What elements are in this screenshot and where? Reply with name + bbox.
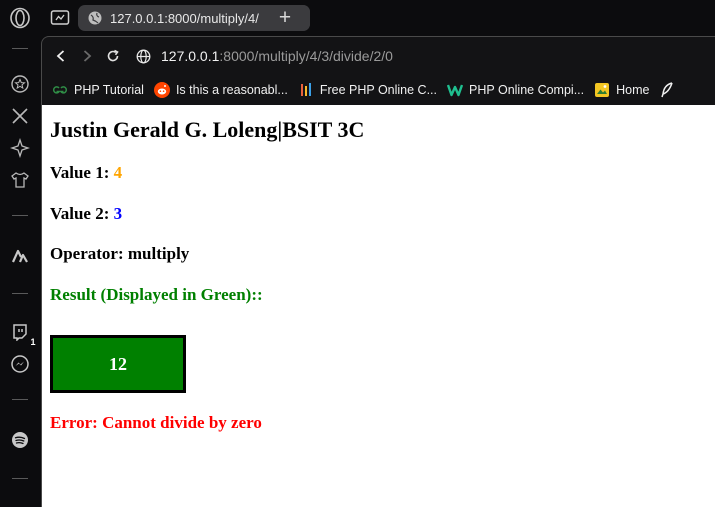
ai-aria-icon[interactable]	[8, 136, 32, 160]
result-box: 12	[50, 335, 186, 393]
page-title: Justin Gerald G. Loleng|BSIT 3C	[50, 117, 365, 142]
error-message: Error: Cannot divide by zero	[50, 413, 262, 432]
url-text[interactable]: 127.0.0.1:8000/multiply/4/3/divide/2/0	[161, 48, 393, 64]
bookmark-reddit[interactable]: Is this a reasonabl...	[153, 78, 288, 102]
result-label: Result (Displayed in Green)::	[50, 285, 263, 304]
page-content: Justin Gerald G. Loleng|BSIT 3C Value 1:…	[42, 105, 715, 507]
reload-button[interactable]	[102, 45, 124, 67]
sidebar-divider	[12, 293, 28, 294]
new-tab-button[interactable]: +	[274, 7, 296, 29]
tab-title: 127.0.0.1:8000/multiply/4/	[110, 10, 259, 26]
address-bar[interactable]: 127.0.0.1:8000/multiply/4/3/divide/2/0	[136, 42, 707, 70]
value1-label: Value 1:	[50, 163, 110, 182]
value1-row: Value 1: 4	[50, 163, 122, 183]
url-path: :8000/multiply/4/3/divide/2/0	[219, 48, 393, 64]
messenger-icon[interactable]	[8, 352, 32, 376]
back-arrow-icon	[56, 50, 65, 62]
notification-badge: 1	[28, 337, 38, 348]
star-icon[interactable]	[8, 72, 32, 96]
opera-logo-icon[interactable]	[8, 6, 32, 30]
bookmark-overflow[interactable]	[659, 78, 681, 102]
sidebar-divider	[12, 399, 28, 400]
value2-value: 3	[113, 204, 123, 223]
sidebar-divider	[12, 478, 28, 479]
forward-button[interactable]	[76, 45, 98, 67]
home-icon	[594, 82, 610, 98]
site-info-icon[interactable]	[136, 49, 151, 64]
address-toolbar: 127.0.0.1:8000/multiply/4/3/divide/2/0	[42, 37, 715, 75]
geeksforgeeks-icon	[52, 82, 68, 98]
value1-value: 4	[113, 163, 123, 182]
browser-sidebar: 1	[0, 0, 40, 507]
forward-arrow-icon	[83, 50, 92, 62]
bookmarks-bar: PHP Tutorial Is this a reasonabl... Free…	[42, 75, 715, 105]
sidebar-divider	[12, 48, 28, 49]
value2-row: Value 2: 3	[50, 204, 122, 224]
tab-island-icon[interactable]	[50, 9, 70, 27]
reddit-icon	[153, 82, 170, 98]
operator-label: Operator:	[50, 244, 124, 263]
feather-icon	[659, 82, 675, 98]
url-host: 127.0.0.1	[161, 48, 220, 64]
reload-icon	[107, 49, 119, 62]
bookmark-php-tutorial[interactable]: PHP Tutorial	[52, 78, 144, 102]
shirt-icon[interactable]	[8, 168, 32, 192]
compiler-icon	[298, 82, 314, 98]
browser-window: 127.0.0.1:8000/multiply/4/3/divide/2/0 P…	[41, 36, 715, 507]
bookmark-free-php-online[interactable]: Free PHP Online C...	[298, 78, 437, 102]
x-icon[interactable]	[8, 104, 32, 128]
arc-app-icon[interactable]	[8, 244, 32, 268]
w-icon	[447, 82, 464, 98]
bookmark-home[interactable]: Home	[594, 78, 649, 102]
sidebar-divider	[12, 215, 28, 216]
back-button[interactable]	[50, 45, 72, 67]
tab-strip: 127.0.0.1:8000/multiply/4/ +	[40, 0, 715, 36]
bookmark-php-online-compiler[interactable]: PHP Online Compi...	[447, 78, 584, 102]
globe-icon	[88, 11, 102, 25]
operator-value: multiply	[127, 244, 190, 263]
operator-row: Operator: multiply	[50, 244, 189, 264]
value2-label: Value 2:	[50, 204, 110, 223]
spotify-icon[interactable]	[8, 428, 32, 452]
